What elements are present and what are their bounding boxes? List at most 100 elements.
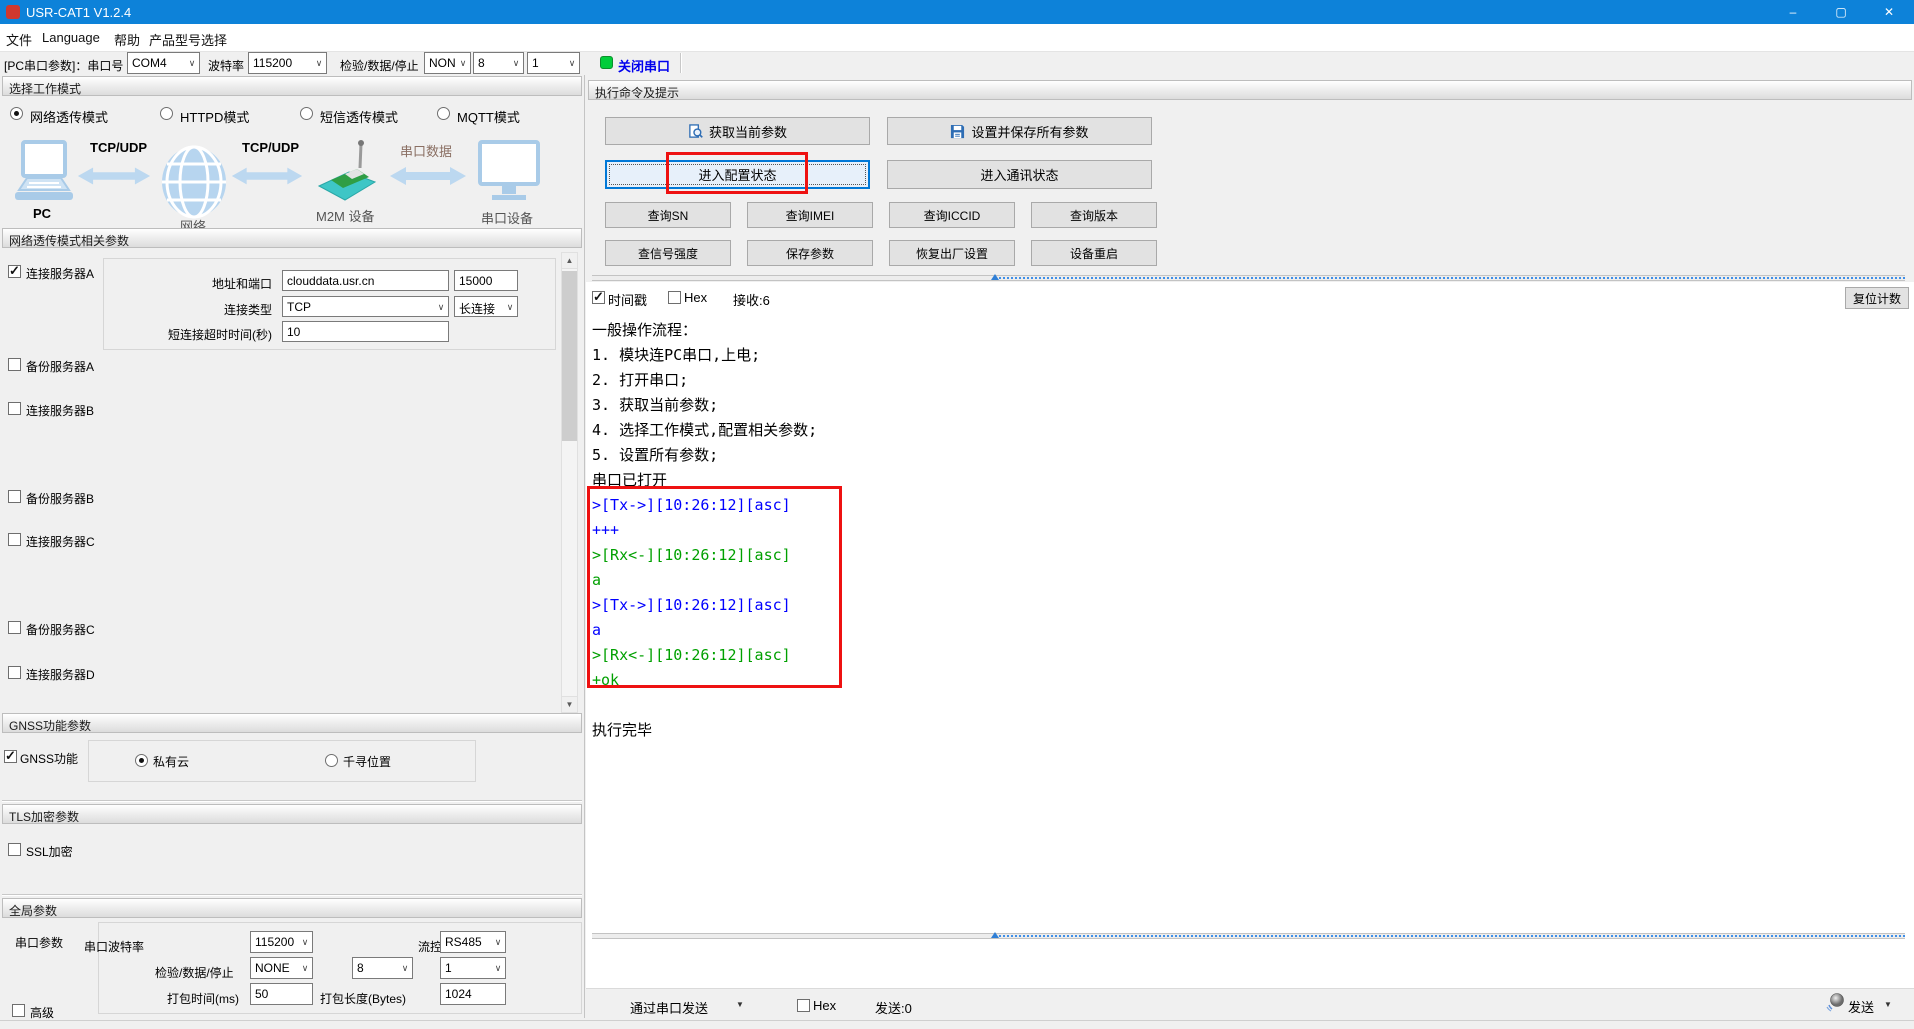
server-b-checkbox[interactable] (8, 402, 21, 415)
radio-mqtt-mode[interactable] (437, 107, 450, 120)
serial-data-bits-select[interactable]: 8 ∨ (352, 957, 413, 979)
menu-file[interactable]: 文件 (6, 30, 32, 49)
save-params-button[interactable]: 保存参数 (747, 240, 873, 266)
hex-send-checkbox[interactable] (797, 999, 810, 1012)
send-bar: 通过串口发送 ▼ Hex 发送:0 发送 ▼ (586, 988, 1914, 1020)
send-splitter[interactable] (592, 932, 1905, 939)
server-a-port-input[interactable]: 15000 (454, 270, 518, 291)
radio-sms-label[interactable]: 短信透传模式 (320, 107, 398, 126)
server-a-address-input[interactable]: clouddata.usr.cn (282, 270, 449, 291)
close-icon: ✕ (1883, 5, 1895, 19)
enter-config-button[interactable]: 进入配置状态 (605, 160, 870, 189)
qianxun-label[interactable]: 千寻位置 (343, 753, 391, 770)
server-d-checkbox[interactable] (8, 666, 21, 679)
splitter-handle-icon[interactable] (991, 274, 999, 280)
splitter-handle-icon[interactable] (991, 932, 999, 938)
query-sn-button[interactable]: 查询SN (605, 202, 731, 228)
serial-parity-select[interactable]: NONE ∨ (250, 957, 313, 979)
reset-count-button[interactable]: 复位计数 (1845, 287, 1909, 309)
close-button[interactable]: ✕ (1866, 0, 1912, 24)
arrow-bidirectional-icon (231, 167, 303, 185)
parity-select[interactable]: NONI ∨ (424, 52, 471, 74)
stop-bits-select[interactable]: 1 ∨ (527, 52, 580, 74)
ssl-checkbox[interactable] (8, 843, 21, 856)
params-scrollbar[interactable]: ▲ ▼ (561, 252, 578, 713)
radio-qianxun[interactable] (325, 754, 338, 767)
chevron-down-icon: ∨ (459, 58, 467, 68)
conn-mode-select[interactable]: 长连接 ∨ (454, 296, 518, 317)
query-imei-button[interactable]: 查询IMEI (747, 202, 873, 228)
query-version-button[interactable]: 查询版本 (1031, 202, 1157, 228)
menu-language[interactable]: Language (42, 30, 100, 45)
window-title: USR-CAT1 V1.2.4 (26, 5, 132, 20)
scrollbar-thumb[interactable] (562, 271, 577, 441)
status-bar (0, 1020, 1914, 1029)
timestamp-checkbox[interactable] (592, 289, 605, 305)
radio-httpd-label[interactable]: HTTPD模式 (180, 107, 249, 126)
short-conn-timeout-input[interactable]: 10 (282, 321, 449, 342)
scroll-up-icon[interactable]: ▲ (561, 252, 578, 269)
backup-server-b-checkbox[interactable] (8, 490, 21, 503)
maximize-button[interactable]: ▢ (1818, 0, 1864, 24)
private-cloud-label[interactable]: 私有云 (153, 753, 189, 770)
hex-recv-checkbox[interactable] (668, 291, 681, 304)
radio-net-transparent-label[interactable]: 网络透传模式 (30, 107, 108, 126)
recv-count: 接收:6 (733, 293, 770, 308)
chevron-down-icon: ∨ (494, 937, 502, 947)
radio-sms-mode[interactable] (300, 107, 313, 120)
send-via-serial-button[interactable]: 通过串口发送 (630, 998, 708, 1017)
dropdown-arrow-icon[interactable]: ▼ (1884, 1000, 1892, 1009)
pc-serial-label: [PC串口参数]：串口号 (4, 59, 124, 73)
sent-count: 发送:0 (875, 1001, 912, 1016)
conn-type-select[interactable]: TCP ∨ (282, 296, 449, 317)
chevron-down-icon: ∨ (506, 302, 514, 312)
query-iccid-button[interactable]: 查询ICCID (889, 202, 1015, 228)
query-signal-button[interactable]: 查信号强度 (605, 240, 731, 266)
set-save-params-button[interactable]: 设置并保存所有参数 (887, 117, 1152, 145)
scroll-down-icon[interactable]: ▼ (561, 696, 578, 713)
device-restart-button[interactable]: 设备重启 (1031, 240, 1157, 266)
server-a-checkbox[interactable] (8, 263, 21, 279)
baud-select[interactable]: 115200 ∨ (248, 52, 327, 74)
dropdown-arrow-icon[interactable]: ▼ (736, 1000, 744, 1009)
save-floppy-icon (951, 124, 965, 138)
title-bar: USR-CAT1 V1.2.4 – ▢ ✕ (0, 0, 1914, 24)
log-line: 5. 设置所有参数; (592, 446, 719, 464)
send-input[interactable] (592, 943, 1905, 986)
search-doc-icon (689, 123, 703, 138)
log-output[interactable]: 一般操作流程： 1. 模块连PC串口,上电; 2. 打开串口; 3. 获取当前参… (592, 318, 1902, 928)
chevron-down-icon: ∨ (401, 963, 409, 973)
radio-net-transparent-mode[interactable] (10, 107, 23, 120)
menu-product-model[interactable]: 产品型号选择 (149, 30, 227, 49)
enter-comm-button[interactable]: 进入通讯状态 (887, 160, 1152, 189)
advanced-checkbox[interactable] (12, 1004, 25, 1017)
serial-baud-select[interactable]: 115200 ∨ (250, 931, 313, 953)
backup-server-c-checkbox[interactable] (8, 621, 21, 634)
serial-stop-bits-select[interactable]: 1 ∨ (440, 957, 506, 979)
com-port-select[interactable]: COM4 ∨ (127, 52, 200, 74)
send-button[interactable]: 发送 (1848, 997, 1874, 1016)
radio-private-cloud[interactable] (135, 754, 148, 767)
log-splitter[interactable] (592, 274, 1905, 281)
backup-server-a-checkbox[interactable] (8, 358, 21, 371)
radio-mqtt-label[interactable]: MQTT模式 (457, 107, 520, 126)
baud-label: 波特率 (208, 59, 245, 73)
minimize-button[interactable]: – (1770, 0, 1816, 24)
toolbar-separator (680, 53, 681, 73)
log-line: >[Tx->][10:26:12][asc] (592, 596, 791, 614)
get-params-button[interactable]: 获取当前参数 (605, 117, 870, 145)
factory-reset-button[interactable]: 恢复出厂设置 (889, 240, 1015, 266)
server-c-checkbox[interactable] (8, 533, 21, 546)
radio-httpd-mode[interactable] (160, 107, 173, 120)
section-ridge (2, 800, 582, 802)
pack-time-input[interactable]: 50 (250, 983, 313, 1005)
close-port-button[interactable]: 关闭串口 (618, 56, 670, 75)
pack-length-input[interactable]: 1024 (440, 983, 506, 1005)
chevron-down-icon: ∨ (315, 58, 323, 68)
data-bits-select[interactable]: 8 ∨ (473, 52, 524, 74)
menu-help[interactable]: 帮助 (114, 30, 140, 49)
flow-control-select[interactable]: RS485 ∨ (440, 931, 506, 953)
gnss-enable-checkbox[interactable] (4, 748, 17, 764)
log-line: +ok (592, 671, 620, 689)
